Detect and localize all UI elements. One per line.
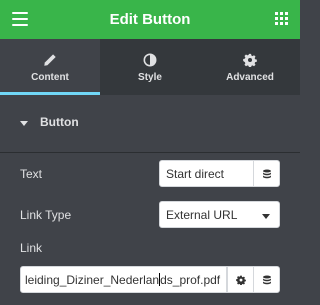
gear-icon: [243, 53, 257, 67]
link-type-selected-value: External URL: [166, 207, 238, 222]
tab-style[interactable]: Style: [100, 39, 200, 95]
pencil-icon: [44, 54, 56, 66]
section-header-button[interactable]: Button: [0, 95, 300, 153]
chevron-down-icon: [262, 214, 270, 219]
link-url-input[interactable]: leiding_Diziner_Nederlan ds_prof.pdf: [20, 266, 227, 293]
caret-down-icon: [20, 121, 28, 126]
tab-advanced-label: Advanced: [226, 72, 274, 83]
tab-content[interactable]: Content: [0, 39, 100, 95]
tab-style-label: Style: [138, 72, 162, 83]
section-title: Button: [40, 115, 79, 129]
text-input[interactable]: Start direct: [159, 160, 254, 187]
half-circle-icon: [143, 53, 157, 67]
panel-title: Edit Button: [109, 11, 191, 28]
link-type-label: Link Type: [20, 208, 72, 222]
link-dynamic-tags-button[interactable]: [253, 266, 280, 293]
database-icon: [262, 275, 271, 284]
dynamic-tags-button[interactable]: [253, 160, 280, 187]
panel-header: Edit Button: [0, 0, 300, 39]
tab-advanced[interactable]: Advanced: [200, 39, 300, 95]
tab-content-label: Content: [31, 72, 69, 83]
text-field-label: Text: [20, 167, 43, 181]
link-type-select[interactable]: External URL: [159, 201, 280, 228]
link-options-button[interactable]: [227, 266, 254, 293]
link-label: Link: [20, 241, 43, 255]
hamburger-menu-icon[interactable]: [12, 12, 28, 26]
gear-icon: [235, 275, 246, 285]
link-url-text-before-cursor: leiding_Diziner_Nederlan: [25, 272, 160, 287]
widgets-grid-icon[interactable]: [275, 12, 288, 25]
database-icon: [262, 169, 271, 178]
link-url-text-after-cursor: ds_prof.pdf: [160, 272, 221, 287]
panel-tabs: Content Style Advanced: [0, 39, 300, 95]
